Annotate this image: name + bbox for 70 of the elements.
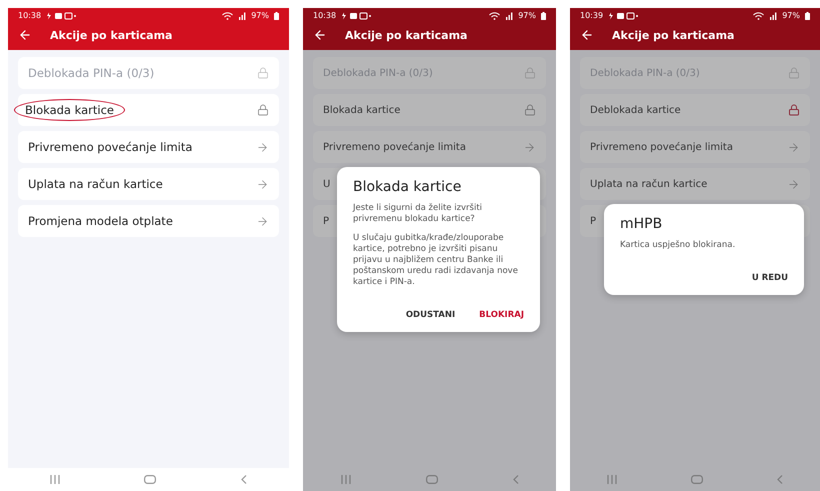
dialog-button[interactable]: ODUSTANI: [406, 308, 456, 322]
menu-item[interactable]: Privremeno povećanje limita: [18, 131, 279, 163]
recent-apps-icon[interactable]: [607, 475, 617, 484]
signal-icon: [505, 12, 514, 20]
arrow-icon: [787, 140, 800, 154]
battery-level: 97%: [782, 11, 800, 20]
status-time: 10:38: [18, 11, 42, 20]
wifi-icon: [222, 12, 234, 20]
dialog-title: mHPB: [620, 216, 664, 232]
menu-item-label: Uplata na račun kartice: [28, 177, 163, 191]
notification-icons-drawing: [341, 12, 372, 20]
dialog-text: Kartica uspješno blokirana.: [620, 240, 736, 252]
menu-item-label: Privremeno povećanje limita: [323, 142, 466, 152]
back-icon[interactable]: [18, 28, 32, 42]
dialog-text: Jeste li sigurni da želite izvršiti privremenu blokadu kartice?: [353, 202, 484, 225]
home-icon[interactable]: [426, 475, 438, 484]
back-nav-icon[interactable]: [512, 475, 518, 484]
arrow-icon: [523, 140, 536, 154]
home-icon[interactable]: [144, 475, 156, 484]
menu-item-label: Promjena modela otplate: [28, 214, 173, 228]
screen-title: Akcije po karticama: [50, 28, 172, 42]
menu-item-label: Uplata na račun kartice: [590, 178, 708, 190]
battery-icon: [805, 12, 810, 20]
arrow-icon: [256, 214, 269, 228]
notification-icons-drawing: [46, 12, 76, 20]
battery-level: 97%: [251, 11, 269, 20]
menu-item[interactable]: Privremeno povećanje limita: [580, 131, 810, 163]
menu-item-label: Deblokada PIN-a (0/3): [590, 68, 700, 78]
menu-item-label: Blokada kartice: [14, 99, 125, 121]
back-nav-icon[interactable]: [777, 475, 783, 484]
wifi-icon: [489, 12, 500, 20]
screen-title: Akcije po karticama: [612, 28, 734, 42]
menu-item[interactable]: Blokada kartice: [313, 94, 546, 126]
dialog-button[interactable]: U REDU: [752, 271, 788, 286]
dialog-text: U slučaju gubitka/krađe/zlouporabe kartice, potrebno je izvršiti pisanu prijavu u najbližem centru Banke ili poštanskom uredu radi izdavanja nove kartice i PIN-a.: [353, 232, 519, 288]
recent-apps-icon[interactable]: [340, 475, 350, 484]
arrow-icon: [256, 140, 269, 154]
dialog-button[interactable]: BLOKIRAJ: [479, 308, 524, 322]
menu-item-label: Deblokada kartice: [590, 104, 681, 116]
menu-item-label: Privremeno povećanje limita: [28, 140, 192, 154]
back-icon[interactable]: [313, 28, 327, 42]
wifi-icon: [753, 12, 764, 20]
dialog-title: Blokada kartice: [353, 178, 462, 195]
home-icon[interactable]: [691, 475, 703, 484]
battery-level: 97%: [518, 11, 536, 20]
back-nav-icon[interactable]: [240, 475, 247, 484]
menu-item[interactable]: Promjena modela otplate: [18, 205, 279, 237]
screen-title: Akcije po karticama: [345, 28, 468, 42]
menu-item[interactable]: Uplata na račun kartice: [580, 168, 810, 200]
menu-item-label: P: [590, 216, 596, 226]
recent-apps-icon[interactable]: [50, 475, 60, 484]
battery-icon: [274, 12, 279, 20]
menu-item-label: U: [323, 178, 330, 190]
menu-item-label: Deblokada PIN-a (0/3): [28, 66, 154, 80]
menu-item[interactable]: Uplata na račun kartice: [18, 168, 279, 200]
arrow-icon: [787, 178, 800, 190]
menu-item-label: Privremeno povećanje limita: [590, 142, 733, 152]
signal-icon: [769, 12, 778, 20]
notification-icons-drawing: [608, 12, 638, 20]
back-icon[interactable]: [580, 28, 594, 42]
status-time: 10:38: [313, 11, 336, 20]
menu-item-label: Deblokada PIN-a (0/3): [323, 68, 433, 78]
arrow-icon: [256, 178, 269, 190]
menu-item[interactable]: Deblokada kartice: [580, 94, 810, 126]
menu-item-label: P: [323, 216, 330, 226]
status-time: 10:39: [580, 11, 604, 20]
battery-icon: [541, 12, 546, 20]
signal-icon: [238, 12, 246, 20]
menu-item-label: Blokada kartice: [323, 104, 400, 116]
menu-item[interactable]: Privremeno povećanje limita: [313, 131, 546, 163]
